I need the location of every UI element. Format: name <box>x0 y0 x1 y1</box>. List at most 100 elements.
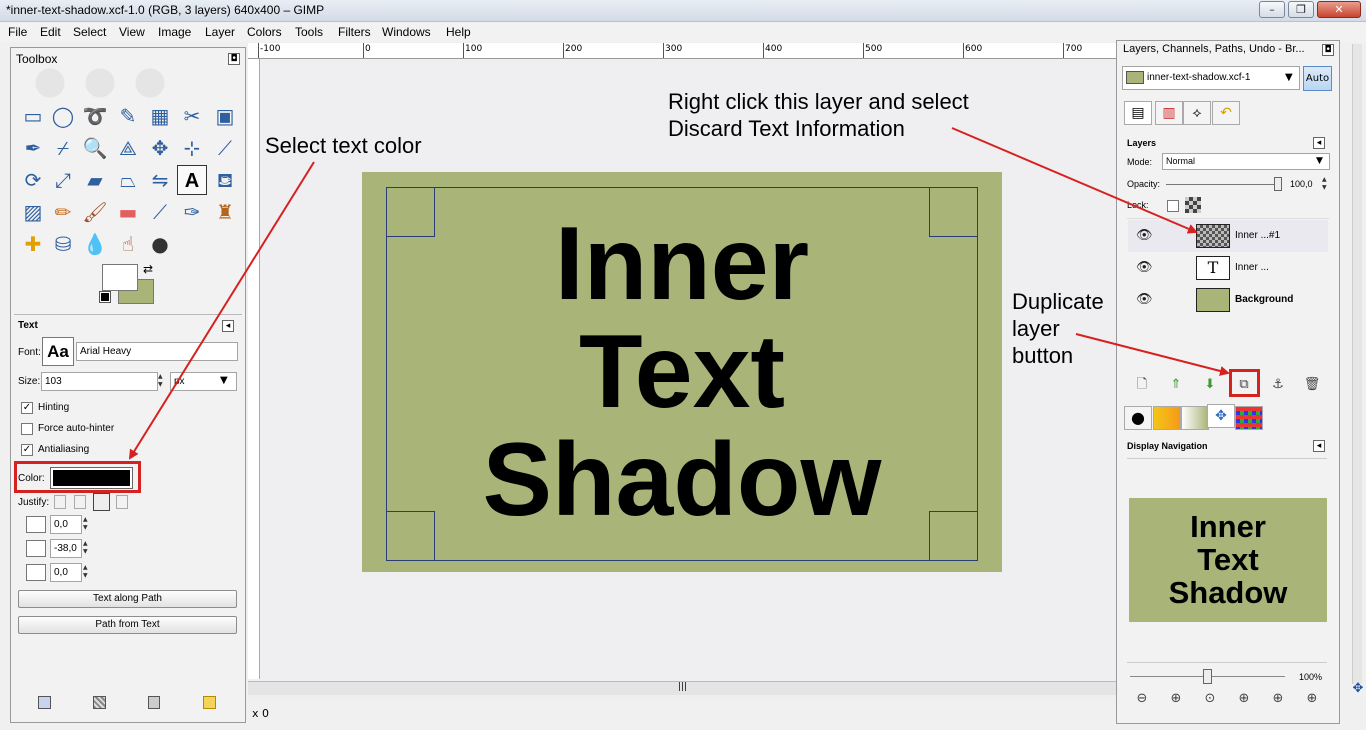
brush-tab-icon[interactable]: ● <box>1124 406 1152 430</box>
free-select-icon[interactable]: ➰ <box>80 101 110 131</box>
swap-colors-icon[interactable]: ⇄ <box>143 262 153 276</box>
horizontal-ruler[interactable]: -100 0 100 200 300 400 500 600 700 <box>248 43 1116 59</box>
eraser-icon[interactable]: ▬ <box>113 197 143 227</box>
flip-icon[interactable]: ⇋ <box>145 165 175 195</box>
menu-colors[interactable]: Colors <box>247 25 282 39</box>
menu-layer[interactable]: Layer <box>205 25 235 39</box>
color-select-icon[interactable]: ▦ <box>145 101 175 131</box>
zoom-slider-handle[interactable] <box>1203 669 1212 684</box>
zoom-one-icon[interactable]: ⊙ <box>1200 690 1220 708</box>
navigate-icon[interactable]: ✥ <box>1348 680 1366 698</box>
ink-icon[interactable]: ✑ <box>177 197 207 227</box>
text-tool-icon[interactable]: A <box>177 165 207 195</box>
fuzzy-select-icon[interactable]: ✎ <box>113 101 143 131</box>
perspective-icon[interactable]: ⏢ <box>113 165 143 195</box>
menu-view[interactable]: View <box>119 25 145 39</box>
menu-toggle-icon[interactable]: ◂ <box>1313 440 1325 452</box>
delete-layer-icon[interactable]: 🗑 <box>1302 376 1322 394</box>
eye-icon[interactable]: 👁 <box>1136 229 1153 242</box>
paths-tab-icon[interactable]: ⟡ <box>1183 101 1211 125</box>
perspective-clone-icon[interactable]: ⛁ <box>48 229 78 259</box>
paths-icon[interactable]: ✒ <box>18 133 48 163</box>
dock-scrollbar[interactable] <box>1352 44 1362 684</box>
close-icon[interactable]: ◘ <box>1322 44 1334 56</box>
bucket-fill-icon[interactable]: ⛾ <box>210 165 240 195</box>
opacity-slider-track[interactable] <box>1166 184 1282 185</box>
color-picker-icon[interactable]: ⌿ <box>48 133 78 163</box>
shear-icon[interactable]: ▰ <box>80 165 110 195</box>
save-options-icon[interactable] <box>38 696 51 709</box>
font-preview-button[interactable]: Aa <box>42 337 74 366</box>
justify-center-icon[interactable] <box>93 493 110 511</box>
minimize-button[interactable]: – <box>1259 1 1285 18</box>
lock-alpha-icon[interactable] <box>1185 197 1201 213</box>
justify-left-icon[interactable] <box>54 495 66 509</box>
image-canvas[interactable]: Inner Text Shadow <box>362 172 1002 572</box>
scissors-icon[interactable]: ✂ <box>177 101 207 131</box>
foreground-color-swatch[interactable] <box>102 264 138 291</box>
close-icon[interactable]: ◘ <box>228 53 240 65</box>
path-from-text-button[interactable]: Path from Text <box>18 616 237 634</box>
heal-icon[interactable]: ✚ <box>18 229 48 259</box>
letter-spacing-input[interactable]: 0,0 <box>50 563 82 582</box>
lower-layer-icon[interactable]: ⬇ <box>1200 376 1220 394</box>
restore-options-icon[interactable] <box>93 696 106 709</box>
gradient-tab-icon[interactable] <box>1181 406 1209 430</box>
size-spinner[interactable]: ▲ ▼ <box>158 373 165 389</box>
zoom-fill-icon[interactable]: ⊕ <box>1268 690 1288 708</box>
menu-tools[interactable]: Tools <box>295 25 323 39</box>
zoom-fit-icon[interactable]: ⊕ <box>1234 690 1254 708</box>
foreground-select-icon[interactable]: ▣ <box>210 101 240 131</box>
line-spacing-input[interactable]: -38,0 <box>50 539 82 558</box>
move-icon[interactable]: ✥ <box>145 133 175 163</box>
size-input[interactable]: 103 <box>41 372 158 391</box>
default-colors-icon[interactable] <box>99 291 111 303</box>
hinting-checkbox[interactable]: ✓ <box>21 402 33 414</box>
zoom-in-icon[interactable]: ⊕ <box>1166 690 1186 708</box>
navigation-preview[interactable]: Inner Text Shadow <box>1129 498 1327 622</box>
chevron-down-icon[interactable]: ▼ <box>220 375 228 386</box>
mode-select[interactable]: Normal <box>1162 153 1330 170</box>
reset-options-icon[interactable] <box>203 696 216 709</box>
ellipse-select-icon[interactable]: ◯ <box>48 101 78 131</box>
delete-options-icon[interactable] <box>148 696 160 709</box>
autohinter-checkbox[interactable] <box>21 423 33 435</box>
navigation-tab-icon[interactable]: ✥ <box>1207 404 1235 428</box>
raise-layer-icon[interactable]: ⇑ <box>1166 376 1186 394</box>
undo-tab-icon[interactable]: ↶ <box>1212 101 1240 125</box>
blend-icon[interactable]: ▨ <box>18 197 48 227</box>
scroll-grip[interactable]: ||| <box>678 682 687 692</box>
new-layer-icon[interactable]: 🗋 <box>1132 376 1152 394</box>
menu-windows[interactable]: Windows <box>382 25 431 39</box>
channels-tab-icon[interactable]: ▥ <box>1155 101 1183 125</box>
horizontal-scrollbar[interactable]: ||| <box>248 681 1116 695</box>
menu-help[interactable]: Help <box>446 25 471 39</box>
justify-right-icon[interactable] <box>74 495 86 509</box>
menu-file[interactable]: File <box>8 25 27 39</box>
align-icon[interactable]: ⊹ <box>177 133 207 163</box>
layer-row[interactable]: 👁 Background <box>1128 284 1328 316</box>
maximize-button[interactable]: ❐ <box>1288 1 1314 18</box>
auto-button[interactable]: Auto <box>1303 66 1332 91</box>
text-along-path-button[interactable]: Text along Path <box>18 590 237 608</box>
menu-select[interactable]: Select <box>73 25 106 39</box>
palette-tab-icon[interactable] <box>1235 406 1263 430</box>
shrink-wrap-icon[interactable]: ⊕ <box>1302 690 1322 708</box>
vertical-ruler[interactable] <box>248 59 260 679</box>
indent-spinner[interactable]: ▲ ▼ <box>83 516 90 532</box>
layers-tab-icon[interactable]: ▤ <box>1124 101 1152 125</box>
opacity-slider-handle[interactable] <box>1274 177 1282 191</box>
chevron-down-icon[interactable]: ▼ <box>1316 156 1323 166</box>
measure-icon[interactable]: ⟁ <box>113 133 143 163</box>
scale-icon[interactable]: ⤢ <box>48 165 78 195</box>
layer-row[interactable]: 👁 T Inner ... <box>1128 252 1328 284</box>
image-select[interactable]: inner-text-shadow.xcf-1 <box>1122 66 1300 90</box>
menu-toggle-icon[interactable]: ◂ <box>222 320 234 332</box>
airbrush-icon[interactable]: ⟋ <box>145 197 175 227</box>
justify-fill-icon[interactable] <box>116 495 128 509</box>
menu-edit[interactable]: Edit <box>40 25 61 39</box>
line-spacing-spinner[interactable]: ▲ ▼ <box>83 540 90 556</box>
zoom-icon[interactable]: 🔍 <box>80 133 110 163</box>
font-input[interactable]: Arial Heavy <box>76 342 238 361</box>
anchor-layer-icon[interactable]: ⚓ <box>1268 376 1288 394</box>
